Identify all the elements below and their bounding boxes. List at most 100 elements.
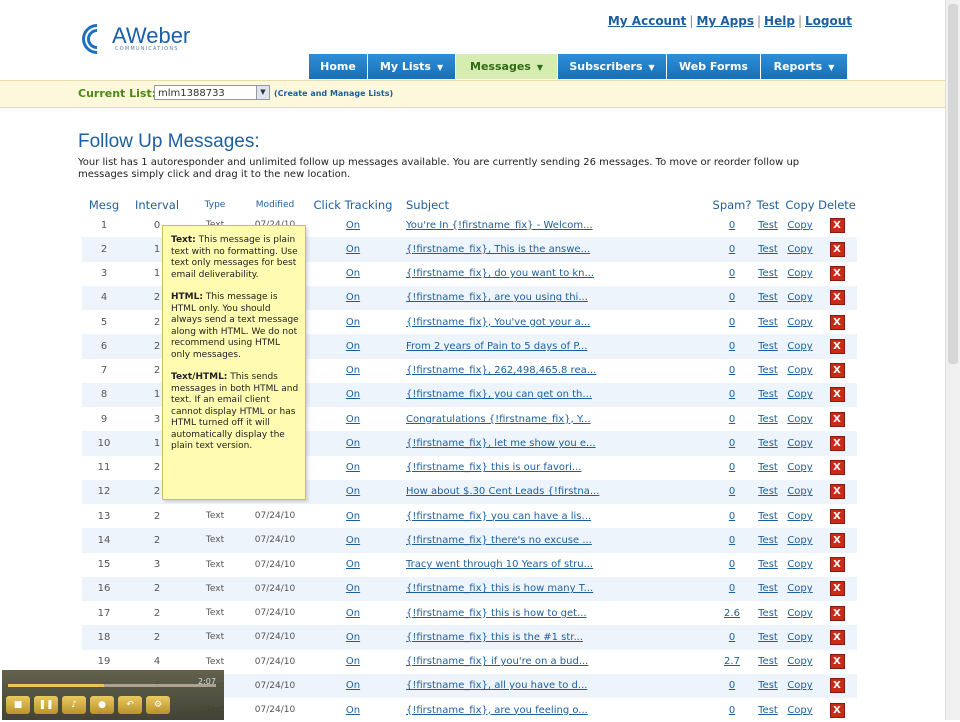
copy-link[interactable]: Copy [787, 486, 812, 497]
copy-link[interactable]: Copy [787, 583, 812, 594]
subject-link[interactable]: {!firstname_fix}, you can get on th... [406, 389, 592, 400]
click-tracking-link[interactable]: On [346, 511, 360, 522]
tab-reports[interactable]: Reports ▼ [761, 54, 848, 79]
spam-score-link[interactable]: 0 [729, 268, 735, 279]
stop-icon[interactable]: ■ [6, 696, 30, 714]
subject-link[interactable]: {!firstname_fix}, 262,498,465.8 rea... [406, 365, 596, 376]
copy-link[interactable]: Copy [787, 608, 812, 619]
tab-home[interactable]: Home [309, 54, 368, 79]
spam-score-link[interactable]: 0 [729, 292, 735, 303]
col-interval[interactable]: Interval [126, 196, 188, 213]
copy-link[interactable]: Copy [787, 244, 812, 255]
subject-link[interactable]: {!firstname_fix}, are you using thi... [406, 292, 588, 303]
delete-x-icon[interactable]: X [829, 508, 845, 524]
settings-icon[interactable]: ⚙ [146, 696, 170, 714]
table-row[interactable]: 16 2 Text 07/24/10 On {!firstname_fix} this i… [82, 576, 857, 601]
spam-score-link[interactable]: 0 [729, 438, 735, 449]
subject-link[interactable]: Tracy went through 10 Years of stru... [406, 559, 593, 570]
test-link[interactable]: Test [758, 511, 778, 522]
col-mesg[interactable]: Mesg [82, 196, 126, 213]
subject-link[interactable]: {!firstname_fix}, all you have to d... [406, 680, 587, 691]
spam-score-link[interactable]: 0 [729, 365, 735, 376]
delete-x-icon[interactable]: X [829, 435, 845, 451]
click-tracking-link[interactable]: On [346, 365, 360, 376]
spam-score-link[interactable]: 0 [729, 680, 735, 691]
subject-link[interactable]: How about $.30 Cent Leads {!firstna... [406, 486, 599, 497]
col-type[interactable]: Type [188, 196, 242, 213]
copy-link[interactable]: Copy [787, 680, 812, 691]
delete-x-icon[interactable]: X [829, 266, 845, 282]
test-link[interactable]: Test [758, 583, 778, 594]
logout-link[interactable]: Logout [805, 14, 852, 28]
subject-link[interactable]: {!firstname_fix}, do you want to kn... [406, 268, 594, 279]
spam-score-link[interactable]: 2.7 [724, 656, 740, 667]
subject-link[interactable]: {!firstname_fix} this is how many T... [406, 583, 593, 594]
subject-link[interactable]: {!firstname_fix}, are you feeling o... [406, 705, 588, 716]
test-link[interactable]: Test [758, 220, 778, 231]
aweber-logo[interactable]: AWeber COMMUNICATIONS [75, 17, 190, 61]
test-link[interactable]: Test [758, 389, 778, 400]
subject-link[interactable]: {!firstname_fix}, let me show you e... [406, 438, 596, 449]
table-row[interactable]: 17 2 Text 07/24/10 On {!firstname_fix} this i… [82, 601, 857, 626]
table-row[interactable]: 15 3 Text 07/24/10 On Tracy went through 10 Y… [82, 552, 857, 577]
test-link[interactable]: Test [758, 632, 778, 643]
click-tracking-link[interactable]: On [346, 244, 360, 255]
spam-score-link[interactable]: 0 [729, 389, 735, 400]
col-click-tracking[interactable]: Click Tracking [308, 196, 398, 213]
copy-link[interactable]: Copy [787, 414, 812, 425]
click-tracking-link[interactable]: On [346, 341, 360, 352]
click-tracking-link[interactable]: On [346, 705, 360, 716]
copy-link[interactable]: Copy [787, 535, 812, 546]
delete-x-icon[interactable]: X [829, 605, 845, 621]
test-link[interactable]: Test [758, 705, 778, 716]
tab-web-forms[interactable]: Web Forms [667, 54, 761, 79]
delete-x-icon[interactable]: X [829, 363, 845, 379]
test-link[interactable]: Test [758, 365, 778, 376]
copy-link[interactable]: Copy [787, 632, 812, 643]
col-subject[interactable]: Subject [398, 196, 711, 213]
delete-x-icon[interactable]: X [829, 387, 845, 403]
click-tracking-link[interactable]: On [346, 608, 360, 619]
delete-x-icon[interactable]: X [829, 411, 845, 427]
my-account-link[interactable]: My Account [608, 14, 687, 28]
copy-link[interactable]: Copy [787, 268, 812, 279]
tab-subscribers[interactable]: Subscribers ▼ [558, 54, 667, 79]
delete-x-icon[interactable]: X [829, 217, 845, 233]
spam-score-link[interactable]: 0 [729, 511, 735, 522]
pause-icon[interactable]: ❚❚ [34, 696, 58, 714]
subject-link[interactable]: {!firstname_fix} this is our favori... [406, 462, 581, 473]
manage-lists-link[interactable]: (Create and Manage Lists) [274, 89, 393, 98]
test-link[interactable]: Test [758, 292, 778, 303]
copy-link[interactable]: Copy [787, 705, 812, 716]
spam-score-link[interactable]: 0 [729, 486, 735, 497]
click-tracking-link[interactable]: On [346, 656, 360, 667]
click-tracking-link[interactable]: On [346, 486, 360, 497]
delete-x-icon[interactable]: X [829, 290, 845, 306]
subject-link[interactable]: {!firstname_fix}, You've got your a... [406, 317, 590, 328]
col-spam[interactable]: Spam? [711, 196, 753, 213]
click-tracking-link[interactable]: On [346, 559, 360, 570]
test-link[interactable]: Test [758, 244, 778, 255]
click-tracking-link[interactable]: On [346, 317, 360, 328]
test-link[interactable]: Test [758, 535, 778, 546]
click-tracking-link[interactable]: On [346, 220, 360, 231]
table-row[interactable]: 14 2 Text 07/24/10 On {!firstname_fix} there'… [82, 528, 857, 553]
test-link[interactable]: Test [758, 680, 778, 691]
subject-link[interactable]: {!firstname_fix} this is how to get... [406, 608, 587, 619]
test-link[interactable]: Test [758, 317, 778, 328]
copy-link[interactable]: Copy [787, 365, 812, 376]
dropdown-arrow-icon[interactable]: ▼ [256, 86, 269, 99]
test-link[interactable]: Test [758, 559, 778, 570]
delete-x-icon[interactable]: X [829, 460, 845, 476]
record-icon[interactable]: ● [90, 696, 114, 714]
subject-link[interactable]: From 2 years of Pain to 5 days of P... [406, 341, 587, 352]
delete-x-icon[interactable]: X [829, 314, 845, 330]
delete-x-icon[interactable]: X [829, 338, 845, 354]
table-row[interactable]: 13 2 Text 07/24/10 On {!firstname_fix} you ca… [82, 504, 857, 529]
test-link[interactable]: Test [758, 608, 778, 619]
tab-messages[interactable]: Messages ▼ [456, 54, 558, 79]
copy-link[interactable]: Copy [787, 656, 812, 667]
delete-x-icon[interactable]: X [829, 557, 845, 573]
click-tracking-link[interactable]: On [346, 462, 360, 473]
col-modified[interactable]: Modified [242, 196, 308, 213]
